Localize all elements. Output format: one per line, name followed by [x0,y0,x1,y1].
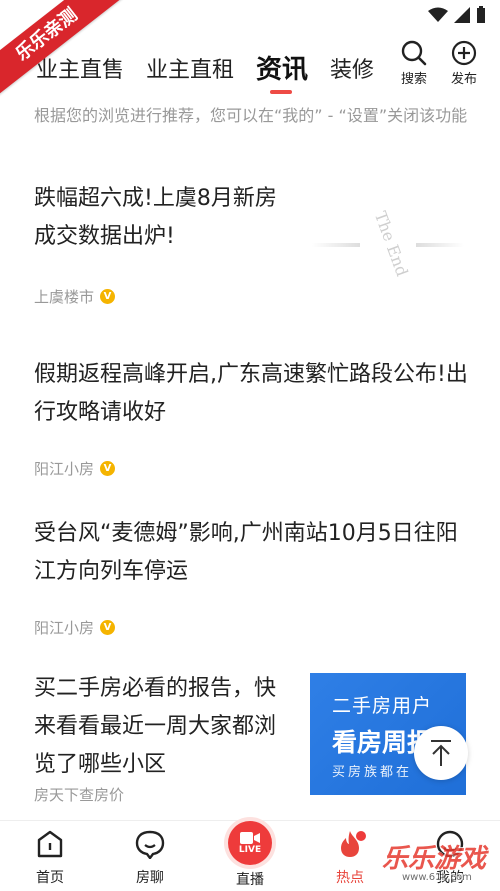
bottom-nav-label: 首页 [36,870,64,886]
wifi-icon [428,7,448,22]
live-icon: LIVE [228,821,272,865]
source-name: 房天下查房价 [34,786,125,804]
bottom-nav-home[interactable]: 首页 [20,829,80,887]
bottom-nav-hot[interactable]: 热点 [320,829,380,887]
news-title: 假期返程高峰开启,广东高速繁忙路段公布!出行攻略请收好 [34,362,468,425]
chat-icon [135,830,165,860]
source-name: 阳江小房 [34,619,95,637]
verified-badge-icon: V [100,289,116,304]
live-badge-text: LIVE [238,845,262,855]
news-item[interactable]: 受台风“麦德姆”影响,广州南站10月5日往阳江方向列车停运 阳江小房 V [34,515,474,638]
tab-news[interactable]: 资讯 [256,49,308,86]
top-nav: 业主直售 业主直租 资讯 装修 搜索 发布 [0,36,500,96]
news-thumbnail: The End [312,209,464,279]
news-item[interactable]: 假期返程高峰开启,广东高速繁忙路段公布!出行攻略请收好 阳江小房 V [34,356,474,479]
signal-icon [454,7,470,23]
active-tab-indicator [270,90,292,94]
news-source: 阳江小房 V [34,617,474,638]
news-source: 阳江小房 V [34,458,474,479]
news-title: 跌幅超六成!上虞8月新房成交数据出炉! [34,186,277,249]
watermark-url: www.61k.com [402,872,472,883]
ad-line3: 买房族都在 [332,765,413,780]
search-button[interactable]: 搜索 [392,40,436,87]
battery-icon [477,6,485,23]
plus-circle-icon [451,40,477,66]
site-watermark: 乐乐游戏 www.61k.com [382,838,500,890]
news-item[interactable]: 买二手房必看的报告，快来看看最近一周大家都浏览了哪些小区 房天下查房价 [34,670,296,805]
news-source: 房天下查房价 [34,784,296,805]
watermark-text: 乐乐游戏 [382,844,487,874]
tab-decoration[interactable]: 装修 [330,52,374,84]
verified-badge-icon: V [100,620,116,635]
thumbnail-text: The End [371,209,412,279]
recommendation-tip: 根据您的浏览进行推荐，您可以在“我的” - “设置”关闭该功能 [34,106,468,125]
bottom-nav-label: 直播 [236,872,264,888]
bottom-nav-label: 房聊 [136,870,164,886]
bottom-nav-live[interactable]: LIVE 直播 [220,821,280,889]
back-to-top-button[interactable] [414,726,468,780]
verified-badge-icon: V [100,461,116,476]
bottom-nav-label: 热点 [336,870,364,886]
publish-button[interactable]: 发布 [442,40,486,87]
source-name: 上虞楼市 [34,288,95,306]
tab-owner-sale[interactable]: 业主直售 [36,52,124,84]
home-icon [37,830,63,858]
ad-line1: 二手房用户 [332,695,433,717]
bottom-nav-chat[interactable]: 房聊 [120,829,180,887]
news-source: 上虞楼市 V [34,286,294,307]
tab-owner-rent[interactable]: 业主直租 [146,52,234,84]
arrow-up-icon [431,740,451,766]
source-name: 阳江小房 [34,460,95,478]
news-item[interactable]: 跌幅超六成!上虞8月新房成交数据出炉! 上虞楼市 V [34,180,294,307]
search-icon [401,40,427,66]
notification-dot [356,831,366,841]
news-title: 受台风“麦德姆”影响,广州南站10月5日往阳江方向列车停运 [34,521,458,584]
publish-label: 发布 [450,72,477,87]
search-label: 搜索 [400,72,427,87]
news-title: 买二手房必看的报告，快来看看最近一周大家都浏览了哪些小区 [34,676,277,777]
